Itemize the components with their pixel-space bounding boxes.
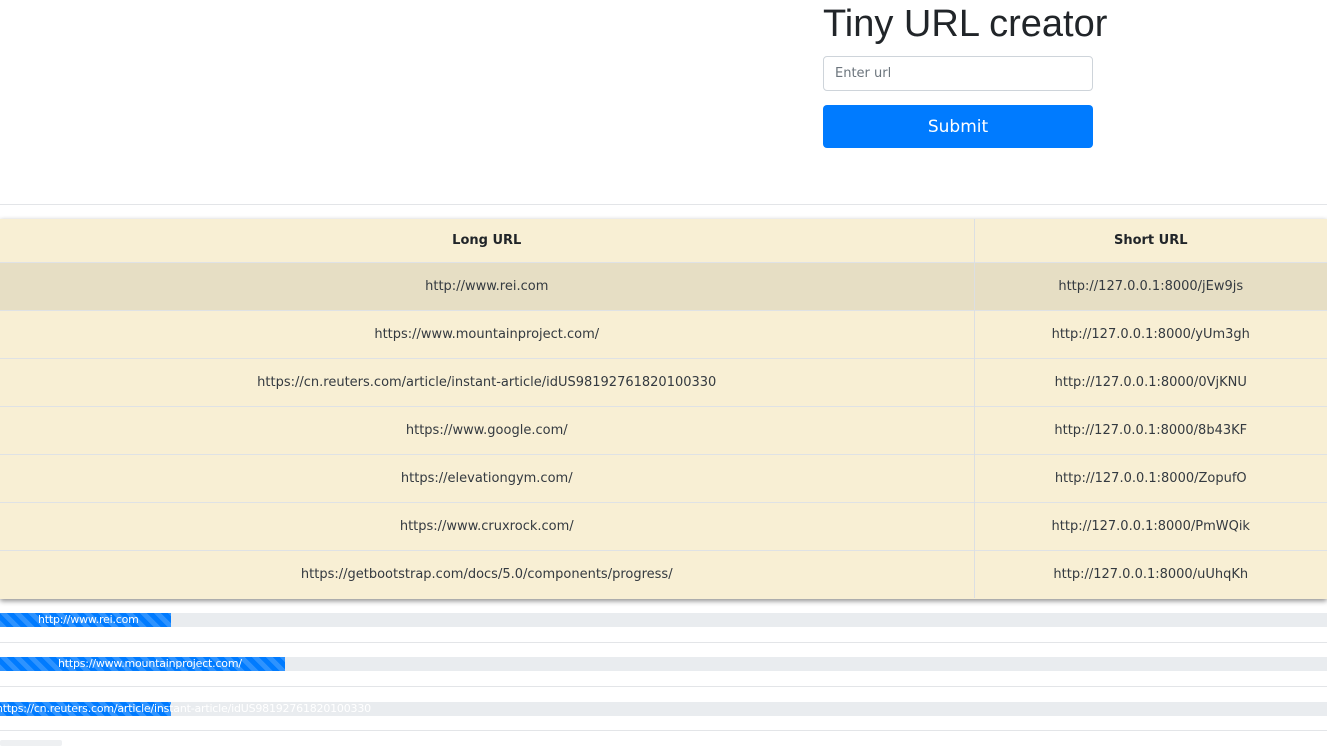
list-divider <box>0 730 1327 731</box>
long-url-cell: https://www.google.com/ <box>0 406 975 455</box>
section-divider <box>0 204 1327 205</box>
column-header-long-url: Long URL <box>0 219 975 263</box>
table-row[interactable]: https://www.mountainproject.com/ http://… <box>0 310 1327 359</box>
column-header-short-url: Short URL <box>1113 233 1188 248</box>
short-url-cell[interactable]: http://127.0.0.1:8000/PmWQik <box>974 502 1327 551</box>
table-row[interactable]: https://www.google.com/ http://127.0.0.1… <box>0 406 1327 455</box>
table-row[interactable]: https://cn.reuters.com/article/instant-a… <box>0 358 1327 407</box>
long-url-cell: http://www.rei.com <box>0 262 975 311</box>
long-url-cell: https://elevationgym.com/ <box>0 454 975 503</box>
list-divider <box>0 686 1327 687</box>
long-url-cell: https://getbootstrap.com/docs/5.0/compon… <box>0 550 975 598</box>
progress-label: https://www.mountainproject.com/ <box>58 657 242 670</box>
url-table: Long URL Short URL http://www.rei.com ht… <box>0 219 1327 598</box>
table-row[interactable]: https://getbootstrap.com/docs/5.0/compon… <box>0 550 1327 598</box>
url-input[interactable] <box>823 56 1093 91</box>
progress-track: https://cn.reuters.com/article/instant-a… <box>0 702 1327 716</box>
progress-track: https://www.mountainproject.com/ <box>0 657 1327 671</box>
progress-label: http://www.rei.com <box>38 613 139 626</box>
page-title: Tiny URL creator <box>823 3 1108 45</box>
progress-label: https://cn.reuters.com/article/instant-a… <box>0 702 371 715</box>
short-url-cell[interactable]: http://127.0.0.1:8000/ZopufO <box>974 454 1327 503</box>
long-url-cell: https://www.mountainproject.com/ <box>0 310 975 359</box>
url-table-container: Long URL Short URL http://www.rei.com ht… <box>0 219 1327 599</box>
long-url-cell: https://cn.reuters.com/article/instant-a… <box>0 358 975 407</box>
short-url-cell[interactable]: http://127.0.0.1:8000/8b43KF <box>974 406 1327 455</box>
long-url-cell: https://www.cruxrock.com/ <box>0 502 975 551</box>
short-url-cell[interactable]: http://127.0.0.1:8000/0VjKNU <box>974 358 1327 407</box>
submit-button[interactable]: Submit <box>823 105 1093 148</box>
short-url-cell[interactable]: http://127.0.0.1:8000/uUhqKh <box>974 550 1327 598</box>
progress-track-partial <box>0 740 62 746</box>
short-url-cell[interactable]: http://127.0.0.1:8000/jEw9js <box>974 262 1327 311</box>
short-url-cell[interactable]: http://127.0.0.1:8000/yUm3gh <box>974 310 1327 359</box>
table-row[interactable]: http://www.rei.com http://127.0.0.1:8000… <box>0 262 1327 311</box>
table-row[interactable]: https://elevationgym.com/ http://127.0.0… <box>0 454 1327 503</box>
table-row[interactable]: https://www.cruxrock.com/ http://127.0.0… <box>0 502 1327 551</box>
table-header-row: Long URL Short URL <box>0 219 1327 263</box>
list-divider <box>0 642 1327 643</box>
progress-track: http://www.rei.com <box>0 613 1327 627</box>
